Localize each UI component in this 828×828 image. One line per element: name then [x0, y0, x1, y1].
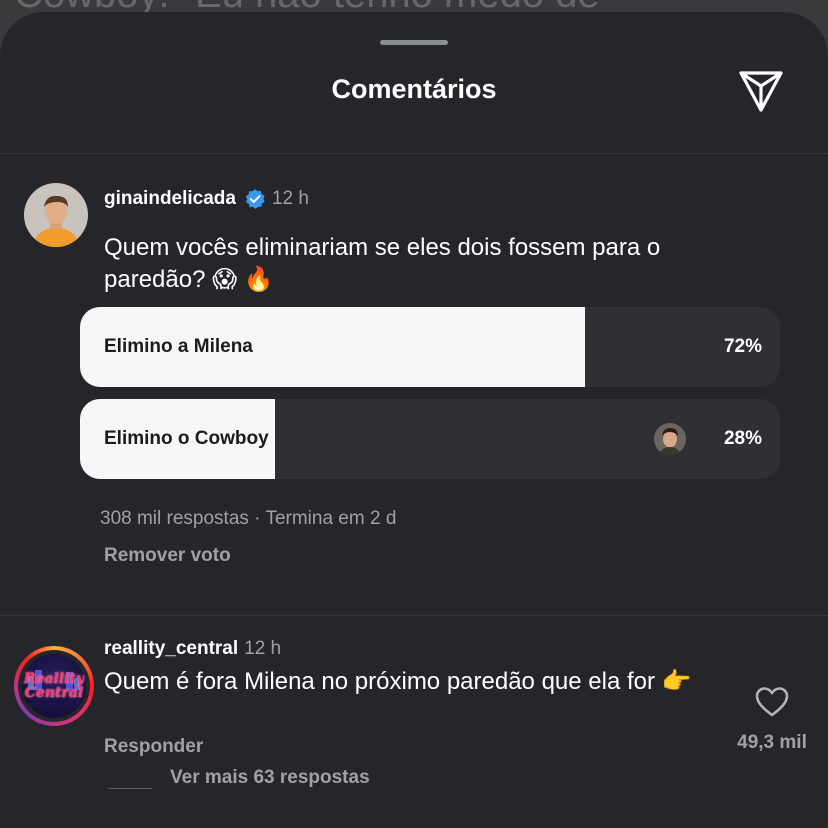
like-count: 49,3 mil	[737, 732, 807, 753]
heart-icon[interactable]	[754, 686, 790, 718]
reallity-central-logo: Reallity Central	[22, 654, 86, 718]
poll-option-percent: 28%	[723, 428, 762, 449]
comment-timestamp: 12 h	[244, 638, 282, 659]
header-divider	[0, 153, 828, 154]
poll-summary: 308 mil respostas · Termina em 2 d	[100, 508, 397, 529]
post-username[interactable]: ginaindelicada	[104, 188, 236, 210]
drag-handle[interactable]	[380, 40, 448, 45]
comments-sheet: Comentários ginaindelicada 12 h Quem voc…	[0, 12, 828, 828]
sheet-title: Comentários	[331, 74, 497, 104]
send-icon[interactable]	[736, 68, 786, 114]
remove-vote-button[interactable]: Remover voto	[104, 545, 231, 567]
reply-button[interactable]: Responder	[104, 736, 203, 758]
avatar[interactable]: Reallity Central	[14, 646, 94, 726]
voter-avatar	[654, 423, 686, 455]
post-timestamp: 12 h	[271, 188, 309, 209]
replies-line	[108, 788, 152, 789]
poll-option-label: Elimino o Cowboy	[104, 428, 269, 449]
poll-option-percent: 72%	[723, 336, 762, 357]
poll-option[interactable]: Elimino a Milena 72%	[80, 307, 780, 387]
verified-badge-icon	[244, 188, 266, 210]
comment-username[interactable]: reallity_central	[104, 638, 238, 660]
section-divider	[0, 615, 828, 616]
comment-header: reallity_central 12 h	[104, 638, 281, 660]
poll-option[interactable]: Elimino o Cowboy 28%	[80, 399, 780, 479]
post-text: Quem vocês eliminariam se eles dois foss…	[104, 234, 661, 293]
avatar[interactable]	[24, 183, 88, 247]
poll-option-label: Elimino a Milena	[104, 336, 253, 357]
view-more-replies-button[interactable]: Ver mais 63 respostas	[170, 767, 370, 789]
logo-text: Reallity Central	[23, 671, 85, 701]
comment-text: Quem é fora Milena no próximo paredão qu…	[104, 668, 692, 695]
post-header: ginaindelicada 12 h	[104, 188, 309, 210]
